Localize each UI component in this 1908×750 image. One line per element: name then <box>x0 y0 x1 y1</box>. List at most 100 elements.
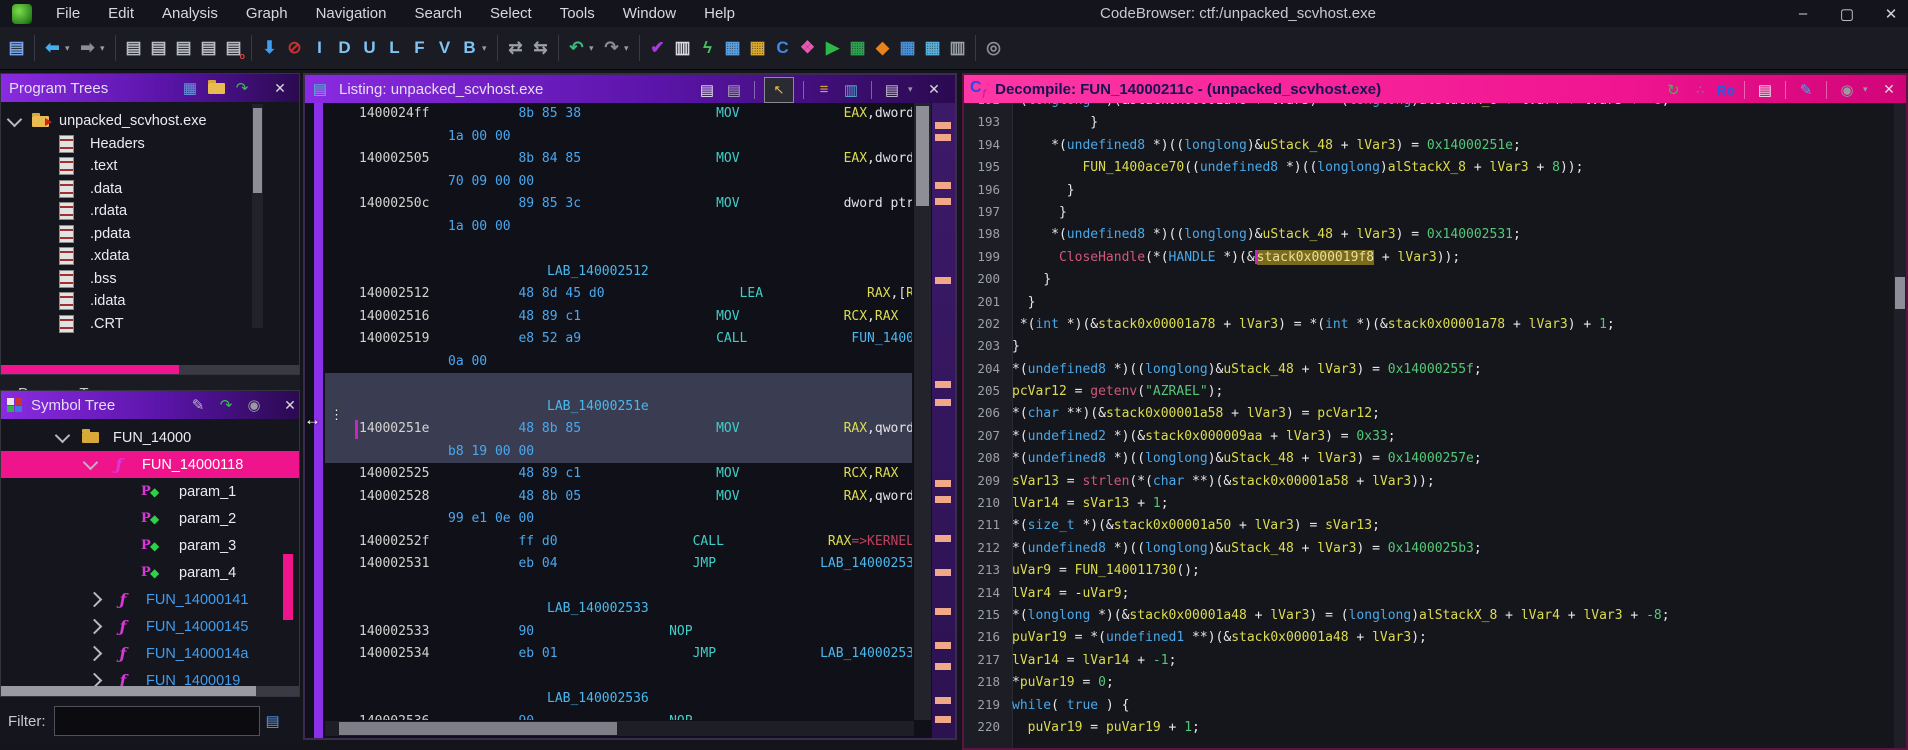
decompile-line[interactable]: 213uVar9 = FUN_140011730(); <box>964 559 1894 581</box>
decompile-line[interactable]: 208*(undefined8 *)((longlong)&uStack_48 … <box>964 447 1894 469</box>
listing-row[interactable]: 1400025058b 84 85MOVEAX,dword ptr [RBP +… <box>305 148 912 171</box>
listing-row[interactable]: LAB_140002512 <box>305 261 912 284</box>
apply-doc-icon[interactable]: ▤ <box>196 35 221 62</box>
listing-row[interactable] <box>305 666 912 689</box>
listing-row[interactable]: 70 09 00 00 <box>305 171 912 194</box>
chevron-down-icon[interactable] <box>83 455 99 471</box>
decompile-line[interactable]: 192*(longlong *)(&stack0x00001a48 + lVar… <box>964 103 1894 111</box>
symbol-tree-close-icon[interactable]: ✕ <box>279 394 301 416</box>
decompile-header[interactable]: Cƒ Decompile: FUN_14000211c - (unpacked_… <box>964 75 1906 103</box>
symbol-tree-hscrollbar[interactable] <box>1 686 299 696</box>
open-folder-icon[interactable] <box>205 77 227 99</box>
maximize-button[interactable]: ▢ <box>1838 5 1856 23</box>
decompile-line[interactable]: 195 FUN_1400ace70((undefined8 *)((longlo… <box>964 156 1894 178</box>
register-table-icon[interactable]: ▦ <box>895 35 920 62</box>
redo-icon[interactable]: ↷ <box>599 35 624 62</box>
decompile-options-caret-icon[interactable]: ▾ <box>1863 76 1873 103</box>
symbol-tree-view[interactable]: FUN_14000ƒFUN_14000118P◆param_1P◆param_2… <box>1 419 299 687</box>
validate-icon[interactable]: ✔ <box>645 35 670 62</box>
audit-icon[interactable]: ◎ <box>981 35 1006 62</box>
symbol-tree-row-fun_14000[interactable]: FUN_14000 <box>1 424 299 451</box>
letter-i-icon[interactable]: I <box>307 35 332 62</box>
letter-d-icon[interactable]: D <box>332 35 357 62</box>
listing-row[interactable]: 14000253690NOP <box>305 711 912 721</box>
filter-options-icon[interactable]: ▤ <box>266 712 280 730</box>
new-tree-icon[interactable]: ▦ <box>179 77 201 99</box>
listing-options-caret-icon[interactable]: ▾ <box>908 76 918 103</box>
symbol-tree-row-param_3[interactable]: P◆param_3 <box>1 532 299 559</box>
letter-v-icon[interactable]: V <box>432 35 457 62</box>
listing-header[interactable]: ▤ Listing: unpacked_scvhost.exe ▤ ▤ ↖ ≡ … <box>305 75 955 103</box>
listing-overview-margin[interactable] <box>932 103 955 738</box>
listing-row[interactable]: 14000252fff d0CALLRAX=>KERNEL32.DLL::Clo… <box>305 531 912 554</box>
ro-toolbar-label[interactable]: Ro <box>1716 82 1735 98</box>
filter-input[interactable] <box>54 706 260 736</box>
decompile-line[interactable]: 201 } <box>964 291 1894 313</box>
listing-row[interactable]: 140002534eb 01JMPLAB_140002537 <box>305 643 912 666</box>
decompile-line[interactable]: 202 *(int *)(&stack0x00001a78 + lVar3) =… <box>964 313 1894 335</box>
listing-row[interactable]: LAB_14000251e <box>305 396 912 419</box>
decompile-line[interactable]: 197 } <box>964 201 1894 223</box>
dropdown-caret-icon[interactable]: ▾ <box>65 35 75 62</box>
listing-row[interactable] <box>305 373 912 396</box>
camera-icon[interactable]: ◉ <box>243 394 265 416</box>
menu-tools[interactable]: Tools <box>546 5 609 22</box>
clear-code-icon[interactable]: ⊘ <box>282 35 307 62</box>
decompile-line[interactable]: 216puVar19 = *(undefined1 **)(&stack0x00… <box>964 626 1894 648</box>
goto-external-icon[interactable]: ↷ <box>231 77 253 99</box>
copy-special-icon[interactable]: ▤ <box>723 79 745 101</box>
listing-vscrollbar[interactable] <box>914 103 931 720</box>
program-trees-close-icon[interactable]: ✕ <box>269 77 291 99</box>
decompile-line[interactable]: 207*(undefined2 *)(&stack0x000009aa + lV… <box>964 425 1894 447</box>
decompile-line[interactable]: 218*puVar19 = 0; <box>964 671 1894 693</box>
listing-row[interactable]: 14000251248 8d 45 d0LEARAX,[RBP + -0x30] <box>305 283 912 306</box>
decompile-line[interactable]: 203} <box>964 335 1894 357</box>
menu-select[interactable]: Select <box>476 5 546 22</box>
copy-icon[interactable]: ▤ <box>1754 79 1776 101</box>
snapshot-icon[interactable]: ▤ <box>881 79 903 101</box>
memory-map-icon[interactable]: ▦ <box>845 35 870 62</box>
listing-row[interactable]: 1a 00 00 <box>305 126 912 149</box>
chevron-right-icon[interactable] <box>87 592 103 608</box>
disassemble-down-icon[interactable]: ⬇ <box>257 35 282 62</box>
fields-display-icon[interactable]: ≡ <box>813 79 835 101</box>
letter-l-icon[interactable]: L <box>382 35 407 62</box>
decompile-line[interactable]: 193 } <box>964 111 1894 133</box>
listing-row[interactable] <box>305 576 912 599</box>
symbol-tree-row-param_2[interactable]: P◆param_2 <box>1 505 299 532</box>
folder-grid-icon[interactable]: ▦ <box>745 35 770 62</box>
symbol-tree-header[interactable]: Symbol Tree ✎↷◉ ✕ <box>1 391 299 419</box>
decompile-vscrollbar[interactable] <box>1894 103 1906 748</box>
symbol-tree-row-fun_1400014a[interactable]: ƒFUN_1400014a <box>1 640 299 667</box>
save-icon[interactable]: ▤ <box>4 35 29 62</box>
decompile-line[interactable]: 194 *(undefined8 *)((longlong)&uStack_48… <box>964 134 1894 156</box>
decompile-line[interactable]: 215*(longlong *)(&stack0x00001a48 + lVar… <box>964 604 1894 626</box>
listing-row[interactable]: 14000251e48 8b 85MOVRAX,qword ptr [RBP +… <box>305 418 912 441</box>
letter-u-icon[interactable]: U <box>357 35 382 62</box>
paste-annotations-icon[interactable]: ▤ <box>146 35 171 62</box>
decompile-line[interactable]: 199 CloseHandle(*(HANDLE *)(&stack0x0000… <box>964 246 1894 268</box>
decompile-line[interactable]: 196 } <box>964 179 1894 201</box>
symbol-tree-row-fun_14000118[interactable]: ƒFUN_14000118 <box>1 451 299 478</box>
copy-annotations-icon[interactable]: ▤ <box>121 35 146 62</box>
program-trees-header[interactable]: Program Trees ▦↷ ✕ <box>1 74 299 102</box>
menu-help[interactable]: Help <box>690 5 749 22</box>
decompile-line[interactable]: 206*(char **)(&stack0x00001a58 + lVar3) … <box>964 402 1894 424</box>
edit-structure-icon[interactable]: ⇆ <box>528 35 553 62</box>
edit-pencil-icon[interactable]: ✎ <box>1795 79 1817 101</box>
menu-graph[interactable]: Graph <box>232 5 302 22</box>
undo-icon[interactable]: ↶ <box>564 35 589 62</box>
symbol-tree-row-param_1[interactable]: P◆param_1 <box>1 478 299 505</box>
dropdown-caret-icon[interactable]: ▾ <box>482 35 492 62</box>
lightning-icon[interactable]: ϟ <box>695 35 720 62</box>
letter-f-icon[interactable]: F <box>407 35 432 62</box>
chevron-right-icon[interactable] <box>87 619 103 635</box>
listing-row[interactable] <box>305 238 912 261</box>
clear-with-options-icon[interactable]: ▤o <box>221 35 246 62</box>
listing-hscrollbar[interactable] <box>325 721 914 736</box>
merge-doc-icon[interactable]: ▤ <box>171 35 196 62</box>
listing-row[interactable]: 14000253390NOP <box>305 621 912 644</box>
listing-row[interactable]: b8 19 00 00 <box>305 441 912 464</box>
letter-b-icon[interactable]: B <box>457 35 482 62</box>
decompile-line[interactable]: 217lVar14 = lVar14 + -1; <box>964 649 1894 671</box>
